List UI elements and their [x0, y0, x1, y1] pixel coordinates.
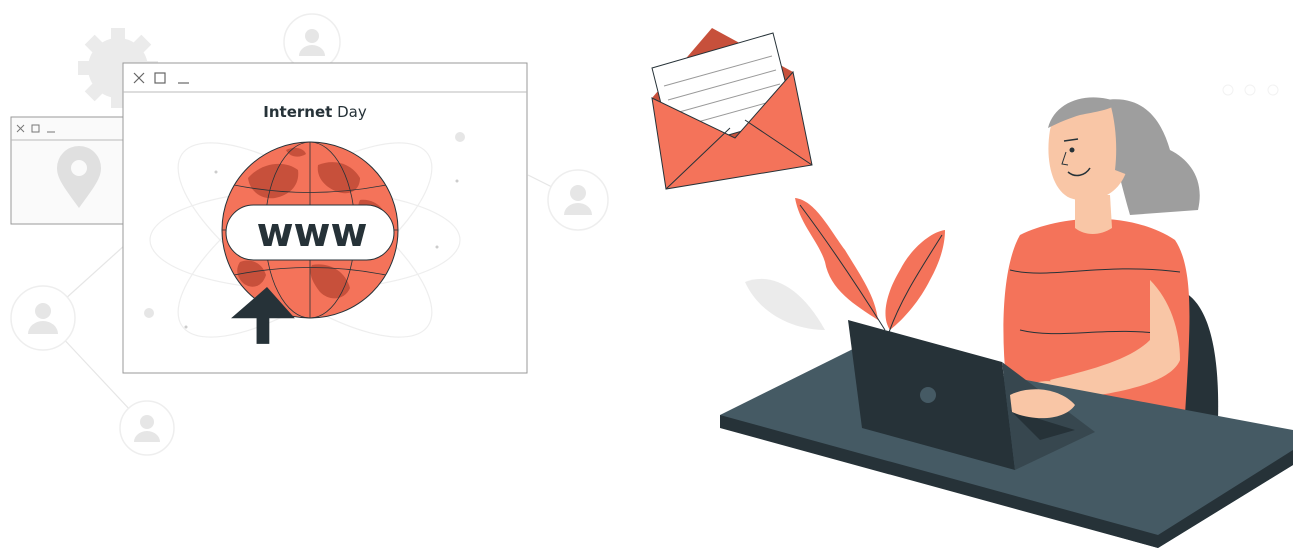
heading-rest: Day: [332, 103, 367, 121]
woman-illustration: [1003, 97, 1200, 415]
window-heading: Internet Day: [263, 103, 367, 121]
user-icon: [547, 169, 609, 231]
user-icon: [10, 285, 76, 351]
plant-decoration: [745, 198, 945, 336]
envelope-icon: [651, 28, 813, 190]
www-label: www: [257, 210, 368, 256]
user-icon: [283, 13, 341, 71]
heading-bold: Internet: [263, 103, 332, 121]
main-window: Internet Day www: [122, 62, 528, 374]
internet-day-illustration: Internet Day www: [10, 13, 1293, 548]
location-window: [10, 116, 132, 225]
decor-dots: [1222, 84, 1279, 96]
user-icon: [119, 400, 175, 456]
